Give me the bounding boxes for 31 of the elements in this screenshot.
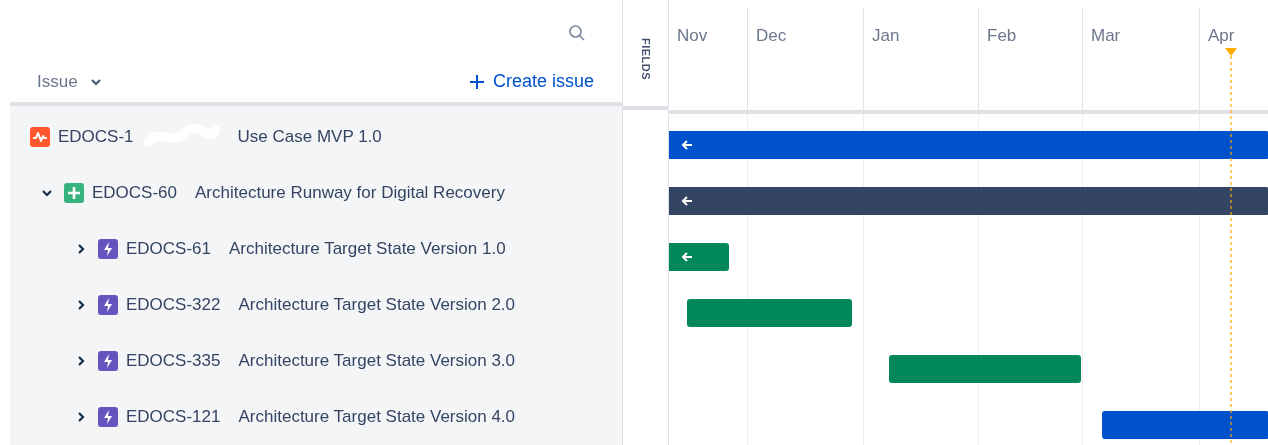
initiative-icon: [30, 127, 50, 147]
issue-key[interactable]: EDOCS-61: [126, 239, 212, 259]
issue-title[interactable]: Architecture Target State Version 1.0: [229, 239, 506, 259]
month-label: Mar: [1091, 26, 1121, 45]
lightning-icon: [98, 295, 118, 315]
issue-title[interactable]: Architecture Target State Version 3.0: [238, 351, 516, 371]
lightning-icon: [98, 239, 118, 259]
month-label: Jan: [872, 26, 900, 45]
plus-icon: [468, 73, 485, 90]
issue-key[interactable]: EDOCS-121: [126, 407, 221, 427]
issue-title[interactable]: Architecture Runway for Digital Recovery: [195, 183, 505, 203]
month-label: Nov: [677, 26, 708, 45]
fields-tab[interactable]: FIELDS: [637, 36, 654, 83]
create-issue-link[interactable]: Create issue: [468, 71, 594, 92]
issue-key[interactable]: EDOCS-1: [58, 127, 134, 147]
lightning-icon: [98, 407, 118, 427]
plus-icon: [64, 183, 84, 203]
lightning-icon: [98, 351, 118, 371]
issue-title[interactable]: Architecture Target State Version 2.0: [238, 295, 516, 315]
chevron-down-icon[interactable]: [89, 76, 102, 88]
issue-key[interactable]: EDOCS-335: [126, 351, 221, 371]
search-icon[interactable]: [568, 24, 586, 42]
timeline-bar[interactable]: [669, 243, 729, 271]
month-label: Feb: [987, 26, 1017, 45]
issue-key[interactable]: EDOCS-322: [126, 295, 221, 315]
column-label: Issue: [37, 72, 78, 92]
issue-title[interactable]: Use Case MVP 1.0: [237, 127, 382, 147]
month-label: Apr: [1208, 26, 1235, 45]
issue-key[interactable]: EDOCS-60: [92, 183, 178, 203]
issue-title[interactable]: Architecture Target State Version 4.0: [238, 407, 516, 427]
month-label: Dec: [756, 26, 787, 45]
